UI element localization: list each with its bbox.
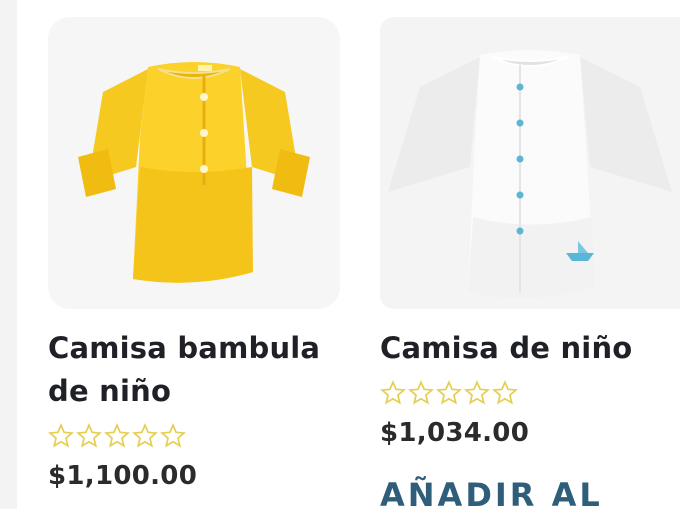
star-outline-icon [160,423,186,448]
star-outline-icon [436,380,462,405]
product-price: $1,100.00 [48,461,198,491]
star-outline-icon [408,380,434,405]
star-outline-icon [132,423,158,448]
star-outline-icon [464,380,490,405]
star-rating [380,380,697,414]
star-outline-icon [380,380,406,405]
star-outline-icon [492,380,518,405]
star-rating [48,423,340,457]
star-outline-icon [104,423,130,448]
product-image[interactable] [48,17,340,309]
product-card[interactable]: Camisa de niño $1,034.00 [380,17,697,448]
star-outline-icon [48,423,74,448]
left-rail [0,0,17,509]
product-card[interactable]: Camisa bambula de niño $1,100.00 [48,17,340,491]
add-to-cart-button[interactable]: AÑADIR AL [380,476,603,514]
product-image[interactable] [380,17,680,309]
product-price: $1,034.00 [380,418,530,448]
star-outline-icon [76,423,102,448]
product-title[interactable]: Camisa bambula de niño [48,327,340,413]
white-shirt-image [380,17,680,309]
product-title[interactable]: Camisa de niño [380,327,697,370]
yellow-shirt-image [78,62,310,283]
